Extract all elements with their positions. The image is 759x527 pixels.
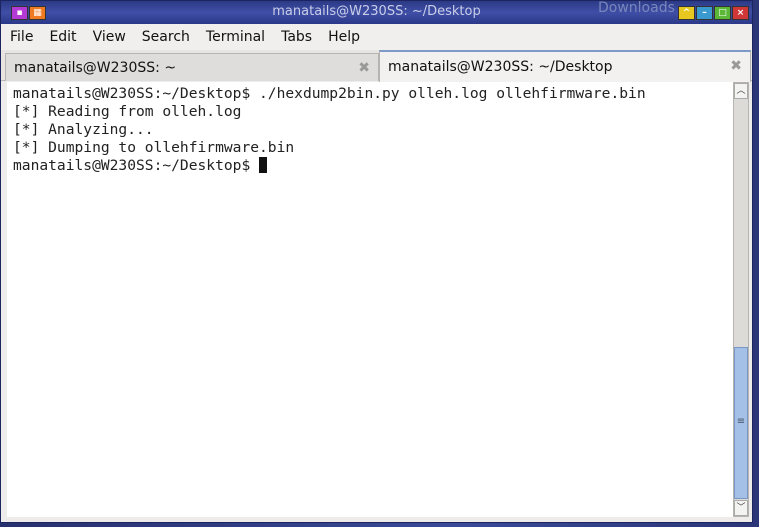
terminal-line: [*] Dumping to ollehfirmware.bin xyxy=(13,139,295,156)
menu-tabs[interactable]: Tabs xyxy=(281,29,312,45)
tab-home[interactable]: manatails@W230SS: ~ ✖ xyxy=(5,53,379,81)
tab-label: manatails@W230SS: ~/Desktop xyxy=(388,59,613,75)
scroll-up-arrow-icon[interactable]: ︿ xyxy=(734,83,748,99)
menu-file[interactable]: File xyxy=(10,29,33,45)
maximize-button[interactable]: □ xyxy=(714,6,731,20)
terminal-line: [*] Reading from olleh.log xyxy=(13,103,242,120)
tab-desktop[interactable]: manatails@W230SS: ~/Desktop ✖ xyxy=(379,50,751,82)
menu-search[interactable]: Search xyxy=(142,29,190,45)
menu-terminal[interactable]: Terminal xyxy=(206,29,265,45)
close-tab-icon[interactable]: ✖ xyxy=(730,58,742,74)
shade-button[interactable]: ^ xyxy=(678,6,695,20)
tab-bar: manatails@W230SS: ~ ✖ manatails@W230SS: … xyxy=(1,50,752,82)
close-tab-icon[interactable]: ✖ xyxy=(358,60,370,76)
scrollbar-thumb[interactable]: ≡ xyxy=(734,347,748,499)
terminal-line: [*] Analyzing... xyxy=(13,121,154,138)
menu-bar: File Edit View Search Terminal Tabs Help xyxy=(1,24,752,50)
close-button[interactable]: × xyxy=(732,6,749,20)
menu-edit[interactable]: Edit xyxy=(49,29,76,45)
menu-help[interactable]: Help xyxy=(328,29,360,45)
tab-label: manatails@W230SS: ~ xyxy=(14,60,177,76)
vertical-scrollbar[interactable]: ︿ ≡ ﹀ xyxy=(733,82,749,517)
menu-view[interactable]: View xyxy=(93,29,126,45)
terminal-window: ▪ ▦ manatails@W230SS: ~/Desktop ^ – □ × … xyxy=(0,0,753,523)
terminal-prompt: manatails@W230SS:~/Desktop$ xyxy=(13,157,260,174)
terminal-line: manatails@W230SS:~/Desktop$ ./hexdump2bi… xyxy=(13,85,646,102)
text-cursor xyxy=(259,157,268,173)
terminal-output[interactable]: manatails@W230SS:~/Desktop$ ./hexdump2bi… xyxy=(7,82,733,517)
scroll-down-arrow-icon[interactable]: ﹀ xyxy=(734,500,748,516)
desktop-downloads-label: Downloads xyxy=(598,0,675,16)
minimize-button[interactable]: – xyxy=(696,6,713,20)
